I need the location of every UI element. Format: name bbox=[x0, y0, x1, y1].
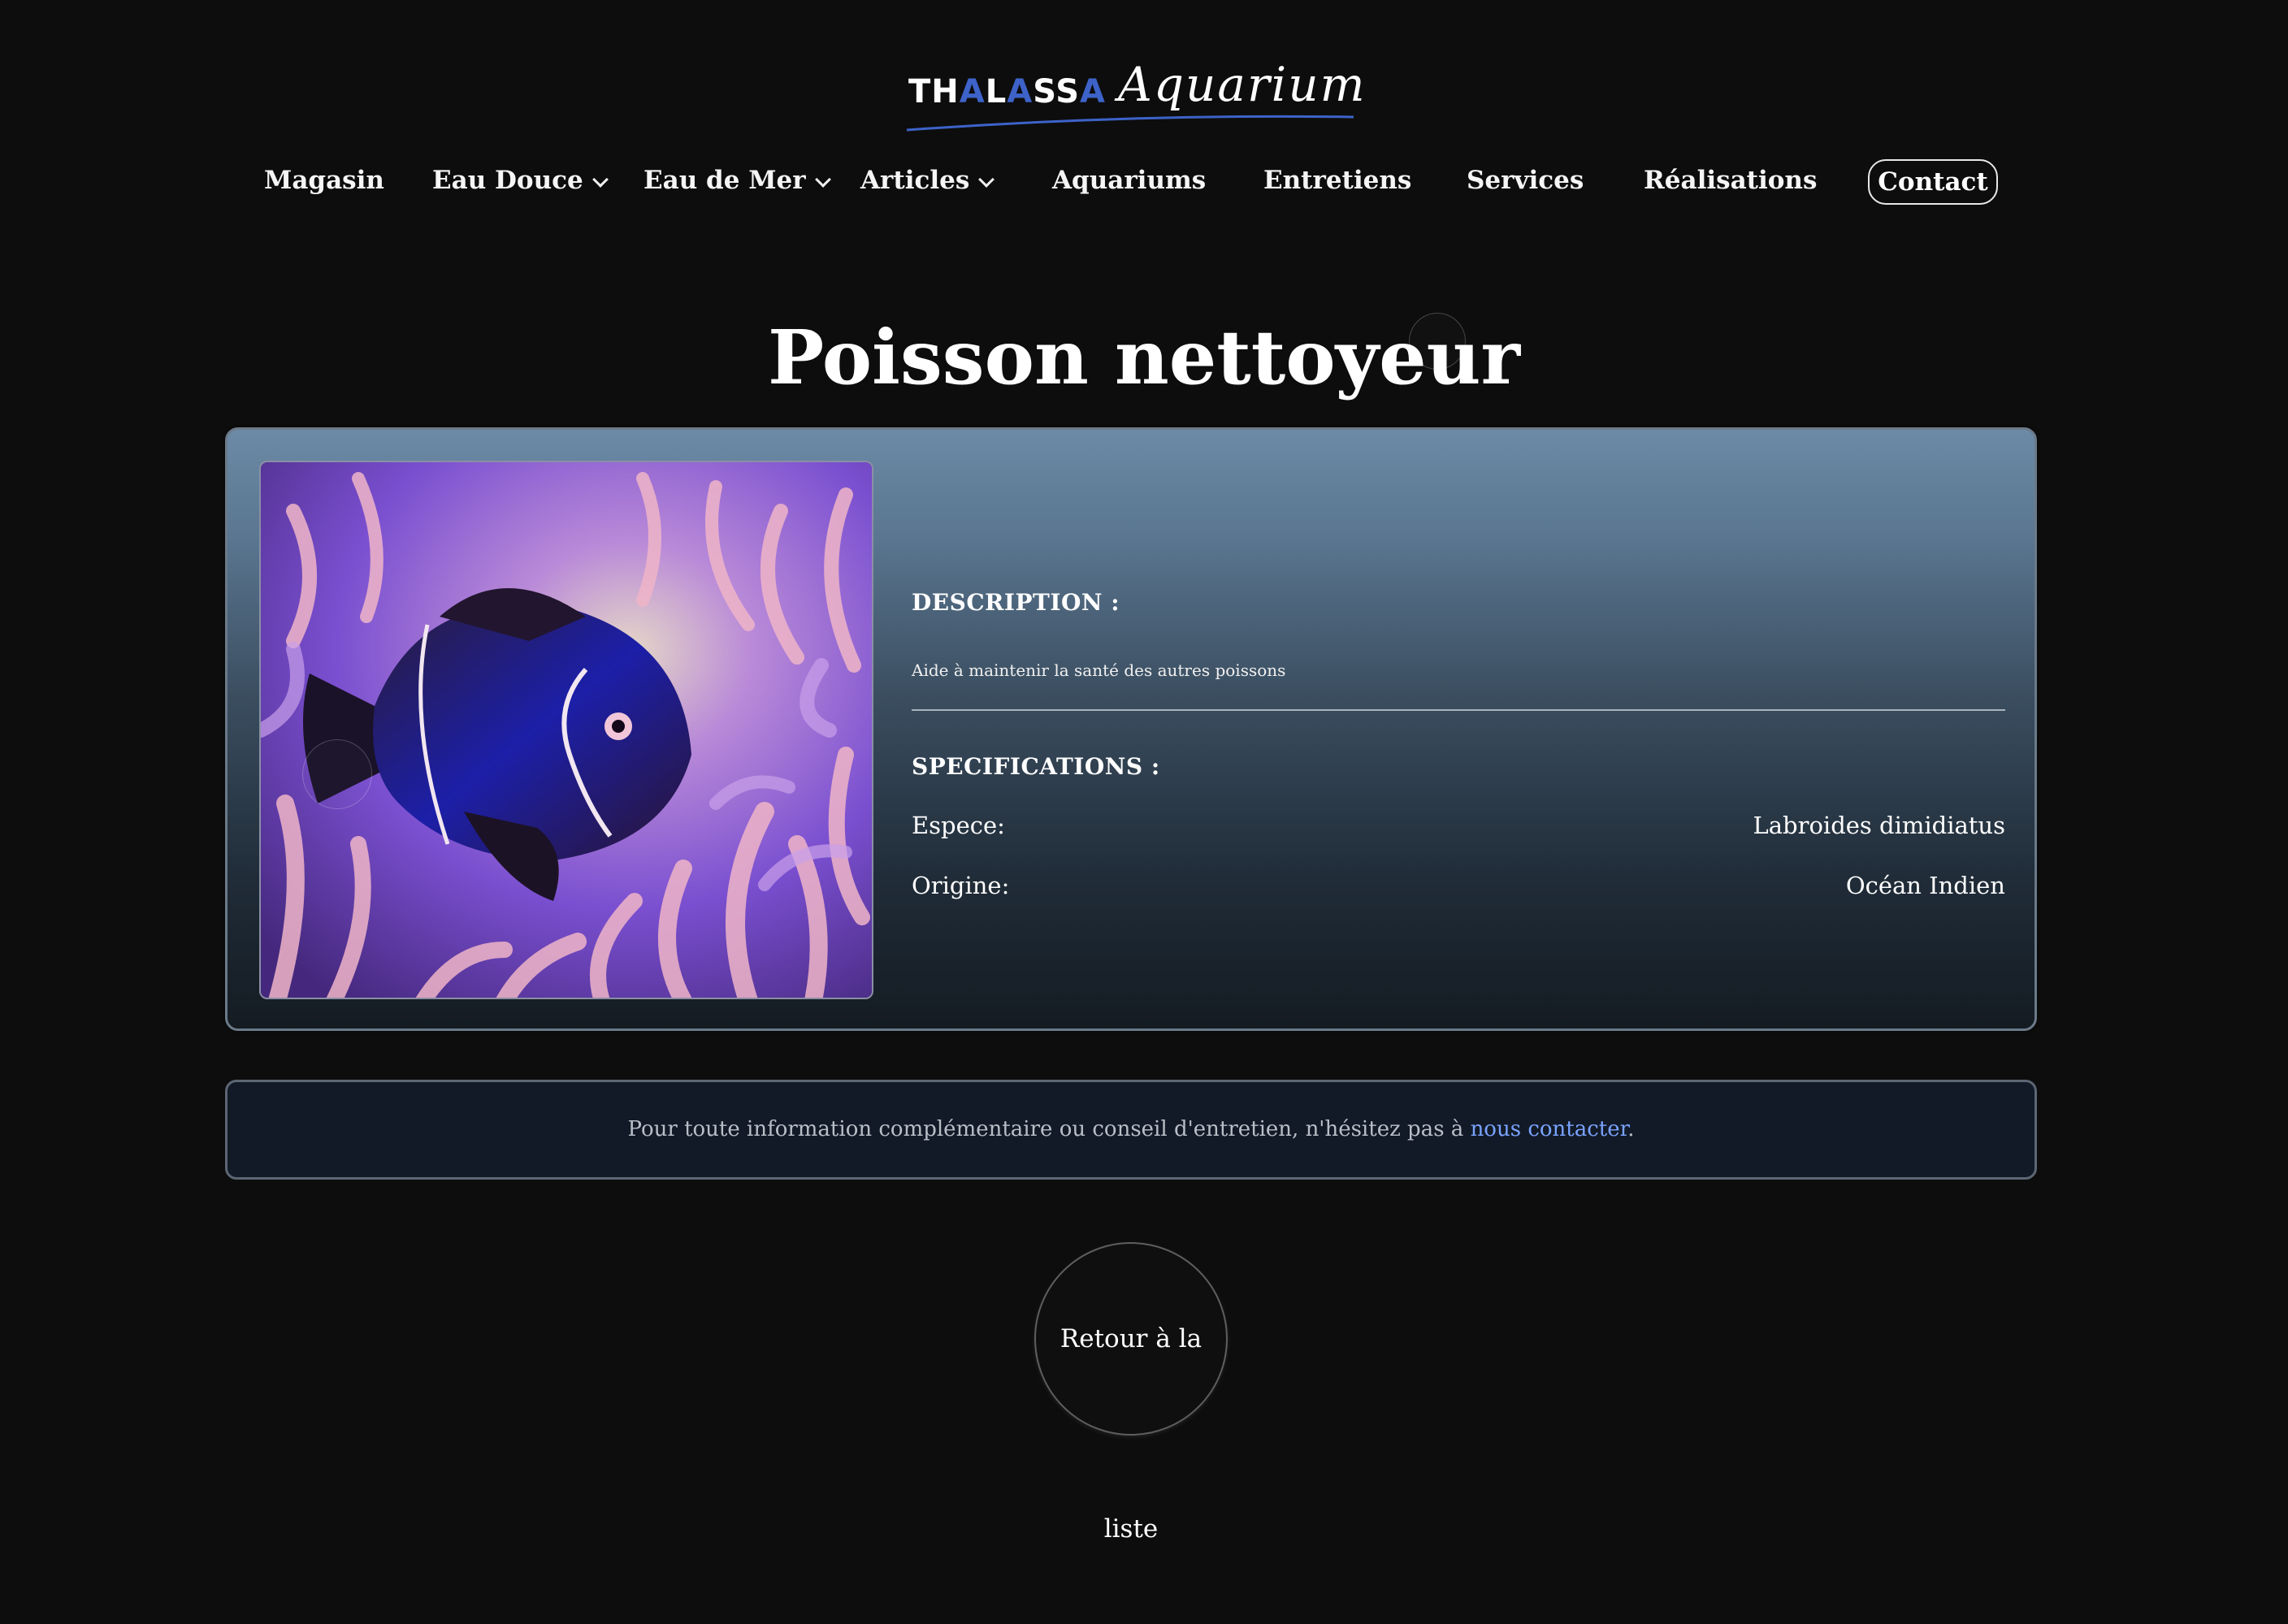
page-title: Poisson nettoyeur bbox=[767, 314, 1521, 401]
logo-swoosh-icon bbox=[906, 115, 1354, 132]
site-logo[interactable]: THALASSA Aquarium bbox=[905, 57, 1365, 138]
contact-link[interactable]: nous contacter bbox=[1471, 1117, 1628, 1141]
chevron-down-icon bbox=[814, 171, 831, 188]
divider bbox=[912, 709, 2005, 711]
product-card: DESCRIPTION : Aide à maintenir la santé … bbox=[225, 427, 2037, 1031]
nav-item-eau-douce[interactable]: Eau Douce bbox=[432, 166, 609, 195]
fish-photo bbox=[259, 461, 873, 999]
description-heading: DESCRIPTION : bbox=[912, 589, 1120, 616]
main-nav: Magasin Eau Douce Eau de Mer Articles Aq… bbox=[0, 159, 2288, 208]
spec-label: Espece: bbox=[912, 812, 1005, 839]
nav-item-services[interactable]: Services bbox=[1467, 166, 1584, 195]
info-suffix: . bbox=[1627, 1117, 1635, 1141]
specifications-heading: SPECIFICATIONS : bbox=[912, 753, 1160, 780]
description-text: Aide à maintenir la santé des autres poi… bbox=[912, 660, 1286, 680]
contact-button[interactable]: Contact bbox=[1868, 159, 1998, 205]
contact-info-banner: Pour toute information complémentaire ou… bbox=[225, 1080, 2037, 1180]
info-text: Pour toute information complémentaire ou… bbox=[627, 1117, 1471, 1141]
spec-row-species: Espece: Labroides dimidiatus bbox=[912, 812, 2005, 844]
nav-item-magasin[interactable]: Magasin bbox=[264, 166, 384, 195]
nav-item-realisations[interactable]: Réalisations bbox=[1644, 166, 1817, 195]
spec-row-origin: Origine: Océan Indien bbox=[912, 872, 2005, 904]
nav-item-eau-de-mer[interactable]: Eau de Mer bbox=[644, 166, 831, 195]
back-to-list-button[interactable]: Retour à la liste bbox=[1034, 1242, 1228, 1544]
nav-item-articles[interactable]: Articles bbox=[860, 166, 995, 195]
spec-label: Origine: bbox=[912, 872, 1010, 899]
chevron-down-icon bbox=[978, 171, 995, 188]
nav-item-entretiens[interactable]: Entretiens bbox=[1263, 166, 1411, 195]
spec-value: Océan Indien bbox=[1845, 872, 2005, 899]
nav-item-aquariums[interactable]: Aquariums bbox=[1052, 166, 1206, 195]
spec-value: Labroides dimidiatus bbox=[1753, 812, 2006, 839]
fish-illustration bbox=[261, 462, 872, 998]
chevron-down-icon bbox=[592, 171, 609, 188]
